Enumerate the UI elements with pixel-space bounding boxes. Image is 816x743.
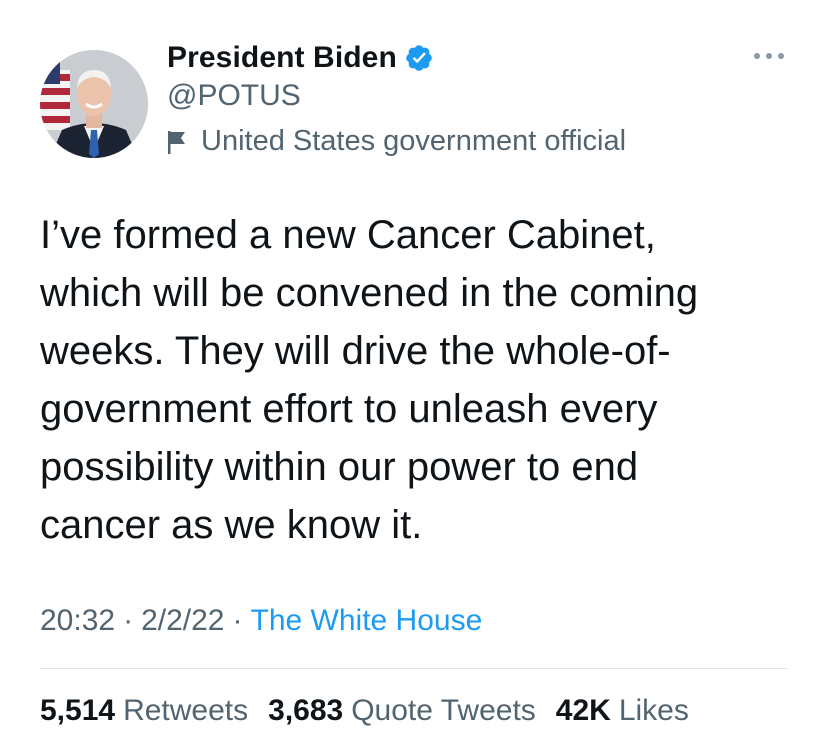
avatar-image	[40, 50, 148, 158]
tweet-date[interactable]: 2/2/22	[141, 604, 224, 638]
name-row: President Biden	[167, 38, 434, 78]
likes-stat[interactable]: 42K Likes	[556, 694, 689, 728]
quote-tweets-label: Quote Tweets	[351, 694, 536, 727]
display-name[interactable]: President Biden	[167, 41, 397, 75]
more-options-icon[interactable]	[752, 47, 786, 63]
meta-separator: ·	[123, 604, 134, 637]
retweets-count: 5,514	[40, 694, 116, 727]
meta-separator: ·	[232, 604, 243, 637]
avatar[interactable]	[40, 50, 148, 158]
quote-tweets-count: 3,683	[268, 694, 344, 727]
tweet-source-link[interactable]: The White House	[251, 604, 483, 638]
tweet-time[interactable]: 20:32	[40, 604, 115, 638]
divider	[40, 668, 788, 669]
retweets-stat[interactable]: 5,514 Retweets	[40, 694, 248, 728]
likes-count: 42K	[555, 694, 611, 727]
flag-icon	[167, 129, 187, 155]
account-label-text: United States government official	[201, 125, 627, 157]
verified-badge-icon	[404, 43, 434, 73]
likes-label: Likes	[618, 694, 689, 727]
tweet-meta: 20:32 · 2/2/22 · The White House	[40, 604, 482, 638]
quote-tweets-stat[interactable]: 3,683 Quote Tweets	[268, 694, 536, 728]
tweet-text: I’ve formed a new Cancer Cabinet, which …	[40, 213, 699, 547]
retweets-label: Retweets	[123, 694, 249, 727]
tweet-card: President Biden @POTUS United States gov…	[0, 0, 816, 743]
handle[interactable]: @POTUS	[167, 79, 301, 113]
tweet-stats: 5,514 Retweets 3,683 Quote Tweets 42K Li…	[40, 694, 709, 728]
account-label: United States government official	[167, 125, 626, 158]
